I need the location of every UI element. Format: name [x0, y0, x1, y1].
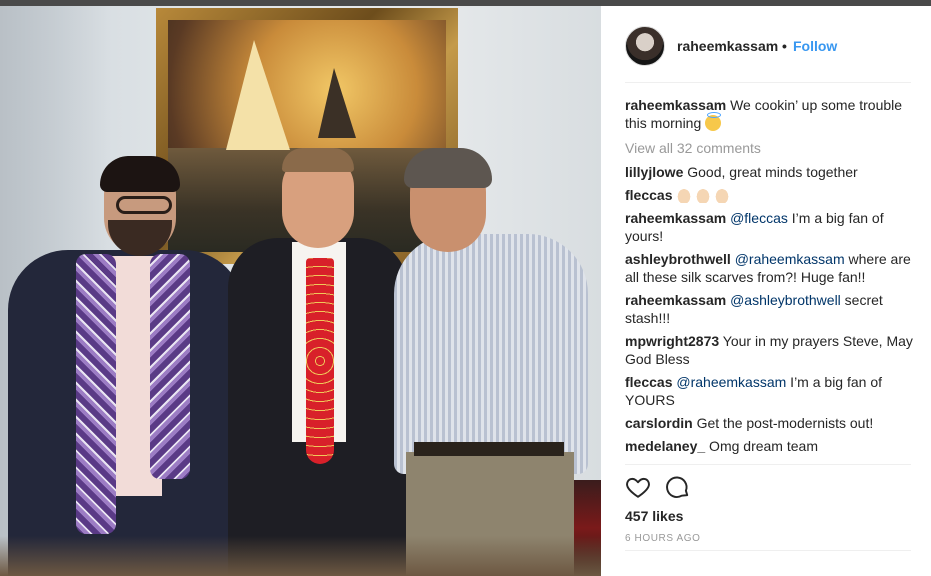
comment-username[interactable]: fleccas	[625, 187, 672, 203]
person-left-scarf-end	[150, 254, 190, 479]
person-left-hair	[100, 156, 180, 192]
comment-bubble-icon[interactable]	[665, 474, 691, 500]
comment-username[interactable]: medelaney_	[625, 438, 705, 454]
comment-item: lillyjlowe Good, great minds together	[625, 163, 915, 181]
comment-bubble-icon-svg	[666, 476, 689, 498]
comment-item: fleccas	[625, 186, 915, 204]
smiling-face-with-halo-icon	[705, 112, 722, 131]
comment-username[interactable]: carslordin	[625, 415, 693, 431]
comment-item: ashleybrothwell @raheemkassam where are …	[625, 250, 915, 286]
floor-shadow	[0, 536, 601, 576]
comment-username[interactable]: ashleybrothwell	[625, 251, 731, 267]
comment-text: Omg dream team	[705, 438, 818, 454]
caption-username[interactable]: raheemkassam	[625, 97, 726, 113]
view-all-comments-link[interactable]: View all 32 comments	[625, 139, 915, 157]
comments-list[interactable]: raheemkassam We cookin’ up some trouble …	[625, 96, 915, 464]
avatar[interactable]	[625, 26, 665, 66]
post-sidebar: raheemkassam • Follow raheemkassam We co…	[601, 6, 931, 576]
comment-text: Get the post-modernists out!	[692, 415, 874, 431]
comment-mention[interactable]: @raheemkassam	[672, 374, 786, 390]
clapping-hands-icon	[714, 187, 731, 203]
comment-mention[interactable]: @raheemkassam	[731, 251, 845, 267]
comment-item: raheemkassam @ashleybrothwell secret sta…	[625, 291, 915, 327]
actions-divider	[625, 464, 911, 465]
person-right-hair	[404, 148, 492, 188]
post-username[interactable]: raheemkassam	[677, 38, 778, 54]
comment-item: medelaney_ Omg dream team	[625, 437, 915, 455]
person-left-glasses	[116, 196, 172, 214]
heart-icon-svg	[626, 477, 650, 498]
comment-item: fleccas @raheemkassam I’m a big fan of Y…	[625, 373, 915, 409]
comment-item: raheemkassam @fleccas I’m a big fan of y…	[625, 209, 915, 245]
painting-sail-small	[318, 68, 356, 138]
person-middle-hair	[282, 148, 354, 172]
clapping-hands-icon	[695, 187, 712, 203]
person-middle-tie	[306, 258, 334, 464]
likes-count[interactable]: 457 likes	[625, 508, 683, 524]
person-left-scarf	[76, 254, 116, 534]
painting-sail-large	[226, 40, 290, 150]
bottom-divider	[625, 550, 911, 551]
comment-username[interactable]: lillyjlowe	[625, 164, 683, 180]
comment-mention[interactable]: @fleccas	[726, 210, 788, 226]
clapping-hands-icon	[676, 187, 693, 203]
person-right-shirt	[394, 234, 588, 474]
comment-mention[interactable]: @ashleybrothwell	[726, 292, 841, 308]
comment-username[interactable]: fleccas	[625, 374, 672, 390]
comment-username[interactable]: mpwright2873	[625, 333, 719, 349]
header-separator: •	[782, 38, 787, 54]
post-caption: raheemkassam We cookin’ up some trouble …	[625, 96, 915, 132]
comment-username[interactable]: raheemkassam	[625, 210, 726, 226]
heart-icon[interactable]	[625, 474, 651, 500]
follow-button[interactable]: Follow	[793, 38, 837, 54]
post-photo[interactable]	[0, 6, 601, 576]
post-header: raheemkassam • Follow	[601, 6, 931, 84]
header-divider	[625, 82, 911, 83]
person-right-belt	[414, 442, 564, 456]
comment-username[interactable]: raheemkassam	[625, 292, 726, 308]
comment-item: carslordin Get the post-modernists out!	[625, 414, 915, 432]
comment-item: mpwright2873 Your in my prayers Steve, M…	[625, 332, 915, 368]
comment-text: Good, great minds together	[683, 164, 858, 180]
post-timestamp: 6 HOURS AGO	[625, 533, 701, 544]
